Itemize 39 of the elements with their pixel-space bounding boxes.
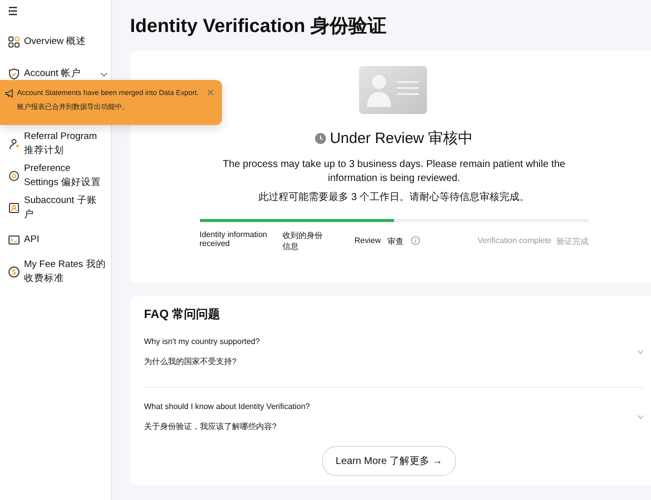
menu-icon[interactable] (8, 6, 18, 16)
faq-item[interactable]: Why isn't my country supported? 为什么我的国家不受支持? (144, 337, 644, 387)
status-description: The process may take up to 3 business days. Please remain patient while the information is being reviewed. (222, 158, 566, 186)
faq-question: What should I know about Identity Verification? (144, 402, 310, 411)
sidebar-item[interactable]: API (8, 226, 111, 254)
status-description: 此过程可能需要最多 3 个工作日。请耐心等待信息审核完成。 (257, 191, 531, 205)
info-icon[interactable] (410, 236, 420, 245)
step-label: 收到的身份信息 (282, 230, 324, 252)
clock-icon (314, 133, 326, 144)
sidebar-item[interactable]: My Fee Rates 我的收费标准 (8, 258, 111, 286)
faq-title: FAQ 常问问题 (144, 306, 222, 323)
close-icon[interactable] (207, 89, 214, 96)
badge-icon (8, 202, 20, 214)
sidebar-item[interactable]: Referral Program 推荐计划 (8, 130, 111, 158)
faq-question: 为什么我的国家不受支持? (144, 356, 238, 367)
step-label: Identity information received (200, 230, 268, 248)
chevron-icon (637, 415, 644, 419)
person-icon (8, 138, 20, 150)
code-icon (8, 234, 20, 246)
megaphone-icon (5, 89, 14, 98)
step-label: 审查 (388, 236, 404, 247)
sidebar-item[interactable]: Account 帐户 (8, 60, 111, 88)
sidebar-item[interactable]: Overview 概述 (8, 28, 111, 56)
faq-question: Why isn't my country supported? (144, 337, 260, 346)
step-label: 验证完成 (556, 236, 588, 247)
chevron-icon (637, 350, 644, 354)
page-title: Identity Verification 身份验证 (130, 15, 388, 39)
learn-more-button[interactable]: Learn More 了解更多 → (322, 446, 456, 476)
status-title: Under Review 审核中 (330, 129, 474, 148)
sidebar-item[interactable]: Subaccount 子账户 (8, 194, 111, 222)
step-label: Review (354, 236, 381, 245)
step-label: Verification complete (478, 236, 552, 245)
coin-icon (8, 266, 20, 278)
grid-icon (8, 36, 20, 48)
sidebar-item[interactable]: Preference Settings 偏好设置 (8, 162, 111, 190)
id-card-drawing (358, 65, 428, 115)
faq-question: 关于身份验证，我应该了解哪些内容? (144, 421, 278, 432)
chevron-down-icon[interactable] (100, 72, 108, 76)
gear-icon (8, 170, 20, 182)
